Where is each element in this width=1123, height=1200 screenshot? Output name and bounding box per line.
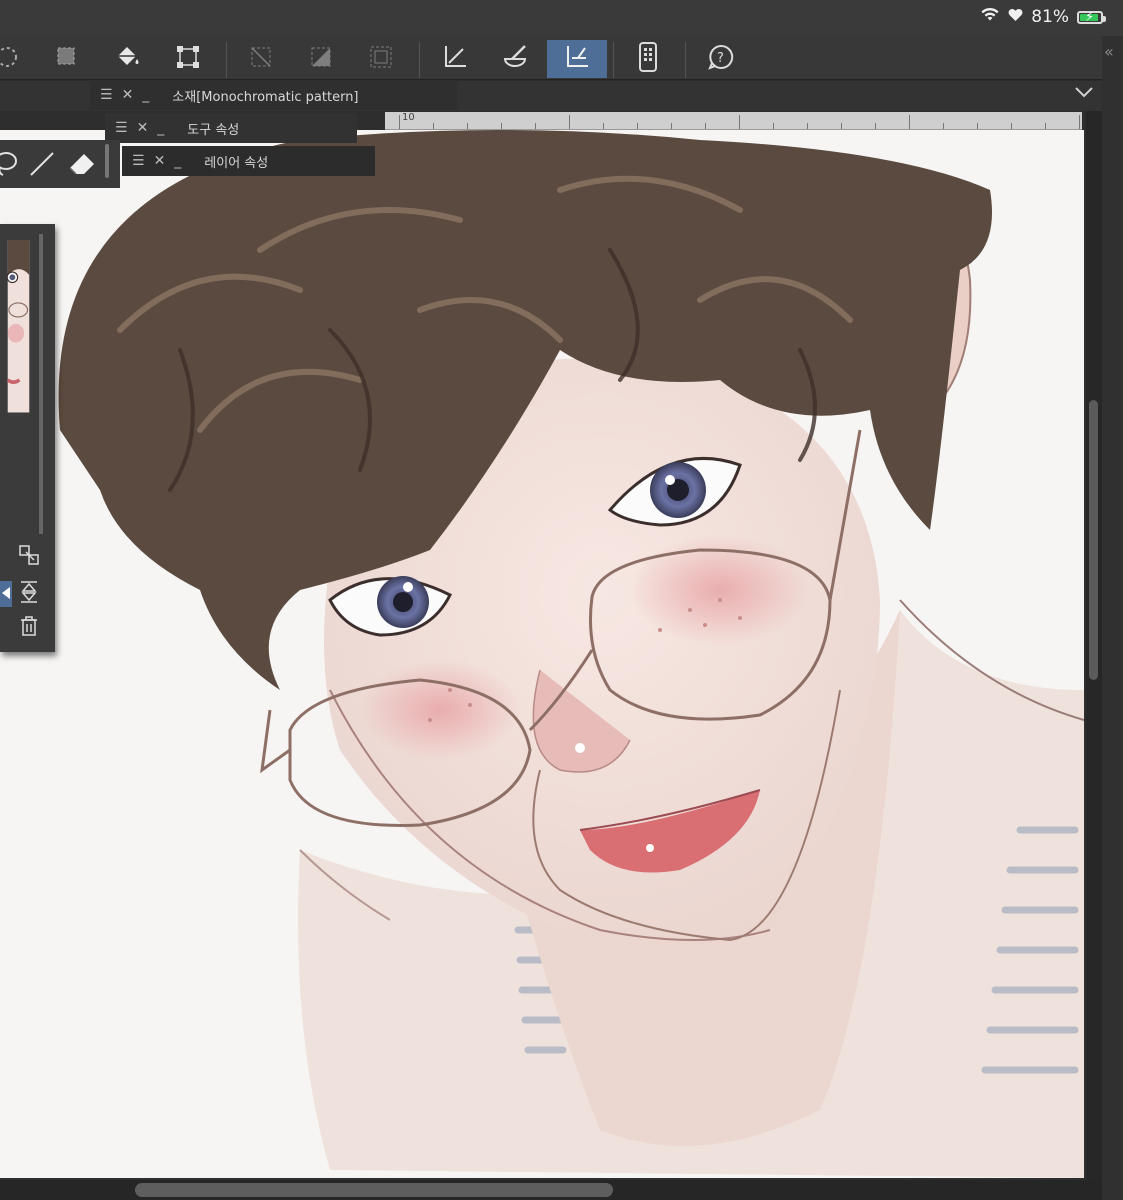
eraser-icon[interactable] [66, 148, 98, 182]
ruler-tick [841, 123, 842, 129]
svg-text:?: ? [717, 51, 724, 66]
ruler-tick [501, 123, 502, 129]
drag-handle-icon: ☰ [132, 153, 145, 169]
brush-color-icon [500, 42, 530, 76]
perspective-ruler-icon [562, 42, 592, 76]
panel-tab-tool-property[interactable]: ☰ ✕ _ 도구 속성 [105, 113, 357, 143]
trash-icon [19, 615, 39, 641]
deselect-icon [247, 43, 275, 75]
ruler-tick [1045, 123, 1046, 129]
heart-icon [1008, 7, 1023, 27]
ruler-label: 10 [402, 112, 415, 123]
invert-selection-button[interactable] [292, 40, 350, 78]
ruler-vector-button[interactable] [426, 40, 484, 78]
ruler-tick [1011, 123, 1012, 129]
invert-selection-icon [307, 43, 335, 75]
battery-charging-icon: ⚡ [1077, 9, 1106, 25]
status-indicators: 81% ⚡ [980, 7, 1106, 27]
panel-tab-layer-property[interactable]: ☰ ✕ _ 레이어 속성 [122, 146, 375, 176]
horizontal-ruler [385, 112, 1082, 130]
mobile-device-button[interactable] [619, 40, 677, 78]
close-icon[interactable]: ✕ [154, 153, 166, 169]
panel-title: 레이어 속성 [204, 155, 269, 171]
deselect-button[interactable] [232, 40, 290, 78]
drag-handle-icon: ☰ [115, 120, 128, 136]
flip-horizontal-toggle[interactable] [0, 581, 12, 607]
minimize-icon[interactable]: _ [142, 87, 149, 103]
ruler-tick [773, 123, 774, 129]
close-icon[interactable]: ✕ [137, 120, 149, 136]
drawing-canvas[interactable] [0, 130, 1084, 1178]
triangle-left-icon [1, 585, 11, 604]
navigator-divider [39, 234, 43, 534]
toolbar-divider [419, 42, 420, 78]
ruler-tick [739, 115, 740, 129]
selection-border-icon [367, 43, 395, 75]
panel-tab-material[interactable]: ☰ ✕ _ 소재[Monochromatic pattern] [90, 80, 457, 110]
command-toolbar: ? [0, 36, 1102, 80]
fill-bucket-icon [112, 42, 142, 76]
selection-border-button[interactable] [352, 40, 410, 78]
lasso-icon[interactable] [0, 150, 20, 182]
toolbar-divider [613, 42, 614, 78]
ruler-tick [467, 123, 468, 129]
ruler-tick [535, 123, 536, 129]
navigator-thumbnail[interactable] [0, 240, 37, 536]
status-bar: 81% ⚡ [0, 0, 1123, 36]
delete-button[interactable] [16, 615, 42, 641]
close-icon[interactable]: ✕ [122, 87, 134, 103]
palette-scrollbar[interactable] [105, 144, 109, 178]
panel-title: 도구 속성 [187, 122, 240, 138]
flip-vertical-button[interactable] [16, 581, 42, 607]
minimize-icon[interactable]: _ [157, 120, 164, 136]
right-panel-strip [1102, 36, 1123, 1200]
wifi-icon [980, 7, 1000, 27]
panel-title: 소재[Monochromatic pattern] [172, 89, 359, 105]
line-tool-icon[interactable] [28, 150, 56, 182]
ruler-tick [807, 123, 808, 129]
toolbar-divider [685, 42, 686, 78]
selection-burst-button[interactable] [0, 40, 36, 78]
navigator-panel [0, 224, 55, 652]
tool-palette [0, 140, 120, 188]
ruler-tick [943, 123, 944, 129]
ruler-tick [1079, 115, 1080, 129]
bolt-icon: ⚡ [1085, 9, 1095, 25]
transform-button[interactable] [159, 40, 217, 78]
artwork-illustration [58, 130, 1084, 1178]
flip-vertical-icon [18, 580, 40, 608]
ruler-tick [569, 115, 570, 129]
minimize-icon[interactable]: _ [174, 153, 181, 169]
ruler-tick [603, 123, 604, 129]
ruler-tick [671, 123, 672, 129]
horizontal-scrollbar[interactable] [135, 1183, 613, 1197]
ruler-vector-icon [440, 42, 470, 76]
ruler-tick [637, 123, 638, 129]
ruler-tick [909, 115, 910, 129]
drag-handle-icon: ☰ [100, 87, 113, 103]
toolbar-divider [226, 42, 227, 78]
selection-burst-icon [0, 43, 21, 75]
help-icon: ? [706, 42, 736, 76]
ruler-tick [977, 123, 978, 129]
brush-color-button[interactable] [486, 40, 544, 78]
chevron-down-icon[interactable] [1073, 84, 1095, 104]
perspective-ruler-button[interactable] [547, 40, 607, 78]
battery-percent: 81% [1031, 7, 1069, 27]
help-button[interactable]: ? [692, 40, 750, 78]
fit-window-icon [18, 544, 40, 570]
fill-bucket-button[interactable] [98, 40, 156, 78]
ruler-tick [433, 123, 434, 129]
ruler-tick [399, 115, 400, 129]
mobile-device-icon [635, 41, 661, 77]
fit-window-button[interactable] [16, 544, 42, 570]
ruler-tick [875, 123, 876, 129]
transform-icon [174, 43, 202, 75]
vertical-scrollbar[interactable] [1089, 400, 1098, 680]
selection-layer-button[interactable] [38, 40, 96, 78]
ruler-tick [705, 123, 706, 129]
collapse-panel-icon[interactable]: « [1104, 42, 1114, 61]
selection-layer-icon [53, 43, 81, 75]
